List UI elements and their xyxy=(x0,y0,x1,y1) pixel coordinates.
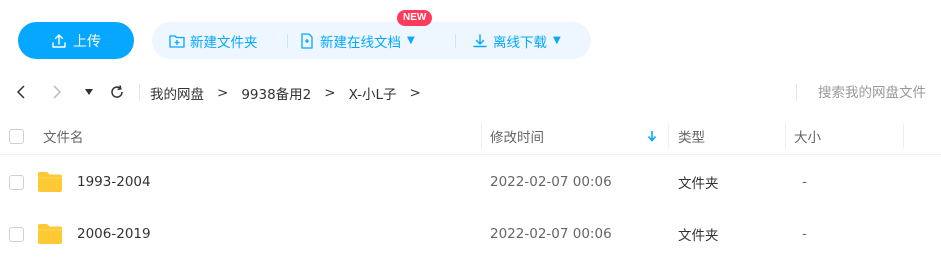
column-header-size[interactable]: 大小 xyxy=(794,118,821,154)
folder-icon xyxy=(38,224,62,244)
column-divider xyxy=(785,124,786,148)
column-header-type[interactable]: 类型 xyxy=(678,118,705,154)
chevron-down-icon: ▼ xyxy=(553,35,561,46)
search-input[interactable] xyxy=(808,82,941,104)
modified-time: 2022-02-07 00:06 xyxy=(490,226,612,242)
upload-label: 上传 xyxy=(73,33,101,50)
breadcrumb-separator: > xyxy=(409,84,421,101)
new-folder-button[interactable]: 新建文件夹 xyxy=(169,22,258,59)
divider xyxy=(139,84,140,101)
column-header-modified[interactable]: 修改时间 xyxy=(490,118,544,154)
breadcrumb-separator: > xyxy=(324,84,336,101)
action-group: 新建文件夹 新建在线文档 ▼ 离线下载 ▼ xyxy=(152,22,591,59)
sort-descending-icon[interactable] xyxy=(647,118,657,154)
new-badge: NEW xyxy=(397,10,433,26)
folder-icon xyxy=(38,172,62,192)
navigation-bar: 我的网盘 > 9938备用2 > X-小L子 > xyxy=(0,76,941,109)
column-divider xyxy=(481,124,482,148)
column-divider xyxy=(903,124,904,148)
new-online-doc-button[interactable]: 新建在线文档 ▼ xyxy=(300,22,415,59)
breadcrumb-separator: > xyxy=(217,84,229,101)
offline-download-label: 离线下载 xyxy=(493,34,547,51)
file-name[interactable]: 2006-2019 xyxy=(77,208,151,260)
chevron-down-icon: ▼ xyxy=(407,35,415,46)
forward-arrow-icon[interactable] xyxy=(47,82,67,102)
new-folder-label: 新建文件夹 xyxy=(190,34,258,51)
table-row[interactable]: 1993-2004 2022-02-07 00:06 文件夹 - xyxy=(0,156,941,208)
file-type: 文件夹 xyxy=(678,228,719,244)
file-size: - xyxy=(802,174,807,190)
upload-icon xyxy=(51,33,67,49)
new-online-doc-label: 新建在线文档 xyxy=(320,34,401,51)
offline-download-button[interactable]: 离线下载 ▼ xyxy=(472,22,561,59)
download-icon xyxy=(472,33,488,49)
divider xyxy=(796,84,797,101)
divider xyxy=(455,34,456,48)
back-arrow-icon[interactable] xyxy=(11,82,31,102)
new-doc-icon xyxy=(300,32,315,49)
modified-time: 2022-02-07 00:06 xyxy=(490,174,612,190)
file-size: - xyxy=(802,226,807,242)
breadcrumb-item[interactable]: 我的网盘 xyxy=(150,83,204,103)
toolbar: 上传 新建文件夹 新建在线文档 ▼ 离线下载 ▼ NEW xyxy=(0,0,941,76)
table-row[interactable]: 2006-2019 2022-02-07 00:06 文件夹 - xyxy=(0,208,941,260)
refresh-icon[interactable] xyxy=(107,82,127,102)
breadcrumb-item[interactable]: 9938备用2 xyxy=(241,83,311,103)
history-dropdown-icon[interactable] xyxy=(79,82,99,102)
column-header-name[interactable]: 文件名 xyxy=(43,118,84,154)
row-checkbox[interactable] xyxy=(9,175,24,190)
row-checkbox[interactable] xyxy=(9,227,24,242)
file-type: 文件夹 xyxy=(678,176,719,192)
table-header: 文件名 修改时间 类型 大小 xyxy=(0,118,941,155)
upload-button[interactable]: 上传 xyxy=(18,22,134,59)
breadcrumb-item[interactable]: X-小L子 xyxy=(349,83,397,103)
column-divider xyxy=(668,124,669,148)
file-name[interactable]: 1993-2004 xyxy=(77,156,151,208)
new-folder-icon xyxy=(169,34,185,48)
breadcrumb: 我的网盘 > 9938备用2 > X-小L子 > xyxy=(150,76,434,109)
divider xyxy=(287,34,288,48)
select-all-checkbox[interactable] xyxy=(9,129,24,144)
